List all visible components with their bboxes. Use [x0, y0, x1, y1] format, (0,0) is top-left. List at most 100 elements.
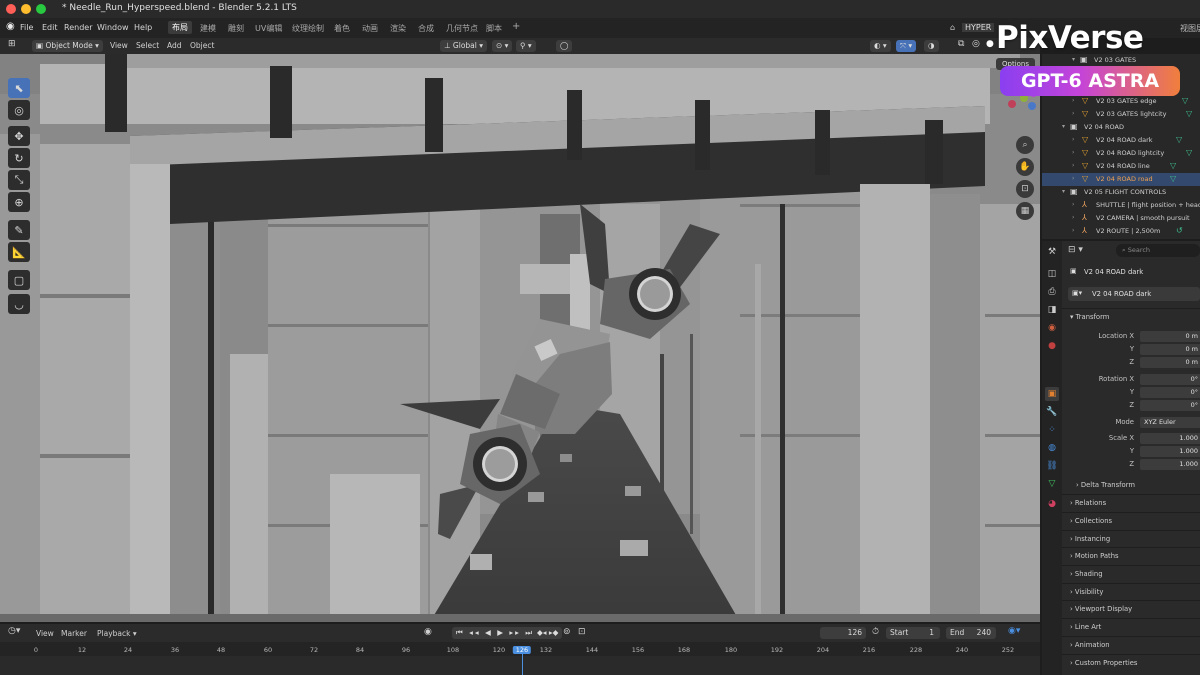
pivot-point-selector[interactable]: ⊙ ▾: [492, 40, 513, 52]
custom-properties-panel[interactable]: › Custom Properties: [1062, 654, 1200, 671]
mode-selector[interactable]: ▣ Object Mode ▾: [32, 40, 103, 52]
timeline-view-icon[interactable]: ◉▾: [1008, 626, 1020, 636]
expand-arrow-icon[interactable]: ▾: [1062, 188, 1065, 195]
object-tab-icon[interactable]: ▣: [1045, 387, 1059, 401]
expand-arrow-icon[interactable]: ▾: [1062, 123, 1065, 130]
overlay-toggle[interactable]: ◑: [924, 40, 939, 52]
workspace-tab-scripting[interactable]: 脚本: [486, 23, 502, 34]
expand-arrow-icon[interactable]: ›: [1072, 162, 1074, 169]
scale-y-field[interactable]: 1.000: [1140, 446, 1200, 457]
scene-tab-icon[interactable]: ◉: [1045, 321, 1059, 335]
tool-tab-icon[interactable]: ⚒: [1045, 245, 1059, 259]
visibility-selector[interactable]: ◐ ▾: [870, 40, 891, 52]
current-frame-field[interactable]: 126: [820, 627, 866, 639]
move-tool-icon[interactable]: ✥: [8, 126, 30, 146]
menu-help[interactable]: Help: [134, 23, 152, 32]
playhead-line[interactable]: [522, 654, 523, 675]
outliner-row[interactable]: › ▽ V2 03 GATES lightcity ▽: [1042, 108, 1200, 121]
render-tab-icon[interactable]: ◫: [1045, 267, 1059, 281]
keyframe-jump-buttons[interactable]: ◆◂ ▸◆: [533, 627, 563, 639]
outliner-row[interactable]: › ▽ V2 04 ROAD lightcity ▽: [1042, 147, 1200, 160]
annotate-tool-icon[interactable]: ✎: [8, 220, 30, 240]
workspace-tab-modeling[interactable]: 建模: [200, 23, 216, 34]
outliner-row[interactable]: › ⅄ V2 ROUTE | 2,500m ↺: [1042, 225, 1200, 238]
physics-tab-icon[interactable]: ◍: [1045, 441, 1059, 455]
3d-viewport[interactable]: ⬉ ◎ ✥ ↻ ⤡ ⊕ ✎ 📐 ▢ ◡ Options ⌕ ✋ ⊡ ▦: [0, 54, 1040, 622]
navigation-gizmo[interactable]: [1000, 90, 1040, 130]
snap-selector[interactable]: ⚲ ▾: [516, 40, 536, 52]
end-frame-field[interactable]: End 240: [946, 627, 996, 639]
menu-file[interactable]: File: [20, 23, 33, 32]
playhead-label[interactable]: 126: [512, 646, 532, 654]
workspace-tab-texture-paint[interactable]: 纹理绘制: [292, 23, 324, 34]
world-tab-icon[interactable]: ●: [1045, 339, 1059, 353]
gizmo-x-axis[interactable]: [1008, 100, 1016, 108]
motion-paths-panel[interactable]: › Motion Paths: [1062, 547, 1200, 564]
expand-arrow-icon[interactable]: ›: [1072, 136, 1074, 143]
rotate-tool-icon[interactable]: ↻: [8, 148, 30, 168]
location-z-field[interactable]: 0 m: [1140, 357, 1200, 368]
expand-arrow-icon[interactable]: ›: [1072, 175, 1074, 182]
expand-arrow-icon[interactable]: ›: [1072, 214, 1074, 221]
outliner-row[interactable]: ▾ ▣ V2 05 FLIGHT CONTROLS: [1042, 186, 1200, 199]
perspective-toggle-icon[interactable]: ▦: [1016, 202, 1034, 220]
workspace-tab-uv[interactable]: UV编辑: [255, 23, 282, 34]
scale-x-field[interactable]: 1.000: [1140, 433, 1200, 444]
instancing-panel[interactable]: › Instancing: [1062, 530, 1200, 547]
zoom-window-button[interactable]: [36, 4, 46, 14]
delta-transform-panel[interactable]: › Delta Transform: [1062, 477, 1200, 494]
workspace-tab-rendering[interactable]: 渲染: [390, 23, 406, 34]
modifiers-tab-icon[interactable]: 🔧: [1045, 405, 1059, 419]
close-window-button[interactable]: [6, 4, 16, 14]
blender-logo-icon[interactable]: ◉: [6, 21, 15, 32]
scale-z-field[interactable]: 1.000: [1140, 459, 1200, 470]
zoom-icon[interactable]: ⌕: [1016, 136, 1034, 154]
keying-set-icon[interactable]: ⊚: [563, 627, 571, 637]
menu-render[interactable]: Render: [64, 23, 92, 32]
autokey-record-icon[interactable]: ◉: [424, 627, 432, 637]
add-workspace-button[interactable]: +: [512, 21, 520, 32]
timeline-playback-menu[interactable]: Playback ▾: [97, 629, 137, 638]
minimize-window-button[interactable]: [21, 4, 31, 14]
rotation-x-field[interactable]: 0°: [1140, 374, 1200, 385]
proportional-edit-toggle[interactable]: ◯: [556, 40, 573, 52]
workspace-tab-animation[interactable]: 动画: [362, 23, 378, 34]
particles-tab-icon[interactable]: ⁘: [1045, 423, 1059, 437]
expand-arrow-icon[interactable]: ›: [1072, 97, 1074, 104]
transform-orientation-selector[interactable]: ⊥ Global ▾: [440, 40, 488, 52]
data-tab-icon[interactable]: ▽: [1045, 477, 1059, 491]
shading-solid-icon[interactable]: ●: [986, 39, 994, 49]
editor-type-icon[interactable]: ⊟ ▾: [1068, 245, 1083, 255]
transform-panel-header[interactable]: ▾ Transform: [1062, 308, 1200, 325]
outliner-row[interactable]: › ▽ V2 04 ROAD line ▽: [1042, 160, 1200, 173]
timeline-track[interactable]: [0, 656, 1040, 675]
shading-wireframe-icon[interactable]: ◎: [972, 39, 980, 49]
start-frame-field[interactable]: Start 1: [886, 627, 940, 639]
relations-panel[interactable]: › Relations: [1062, 494, 1200, 511]
visibility-panel[interactable]: › Visibility: [1062, 583, 1200, 600]
menu-window[interactable]: Window: [97, 23, 129, 32]
menu-add[interactable]: Add: [167, 41, 182, 50]
add-cube-tool-icon[interactable]: ▢: [8, 270, 30, 290]
expand-arrow-icon[interactable]: ▾: [1072, 56, 1075, 63]
output-tab-icon[interactable]: ⎙: [1045, 285, 1059, 299]
location-y-field[interactable]: 0 m: [1140, 344, 1200, 355]
object-browse-icon[interactable]: ▣▾: [1072, 289, 1082, 297]
shading-panel[interactable]: › Shading: [1062, 565, 1200, 582]
workspace-tab-shading[interactable]: 着色: [334, 23, 350, 34]
constraints-tab-icon[interactable]: ⛓: [1045, 459, 1059, 473]
gizmo-toggle[interactable]: ⤧ ▾: [896, 40, 917, 52]
extra-tool-icon[interactable]: ◡: [8, 294, 30, 314]
xray-toggle-icon[interactable]: ⧉: [958, 39, 964, 49]
object-name-field[interactable]: ▣▾ V2 04 ROAD dark: [1068, 287, 1200, 301]
animation-panel[interactable]: › Animation: [1062, 636, 1200, 653]
workspace-tab-compositing[interactable]: 合成: [418, 23, 434, 34]
material-tab-icon[interactable]: ◕: [1045, 497, 1059, 511]
rotation-mode-select[interactable]: XYZ Euler: [1140, 417, 1200, 428]
menu-view[interactable]: View: [110, 41, 128, 50]
scene-selector[interactable]: HYPER: [962, 23, 995, 32]
menu-select[interactable]: Select: [136, 41, 159, 50]
expand-arrow-icon[interactable]: ›: [1072, 110, 1074, 117]
keyframe-type-icon[interactable]: ⊡: [578, 627, 586, 637]
clock-icon[interactable]: ◷▾: [8, 626, 20, 636]
